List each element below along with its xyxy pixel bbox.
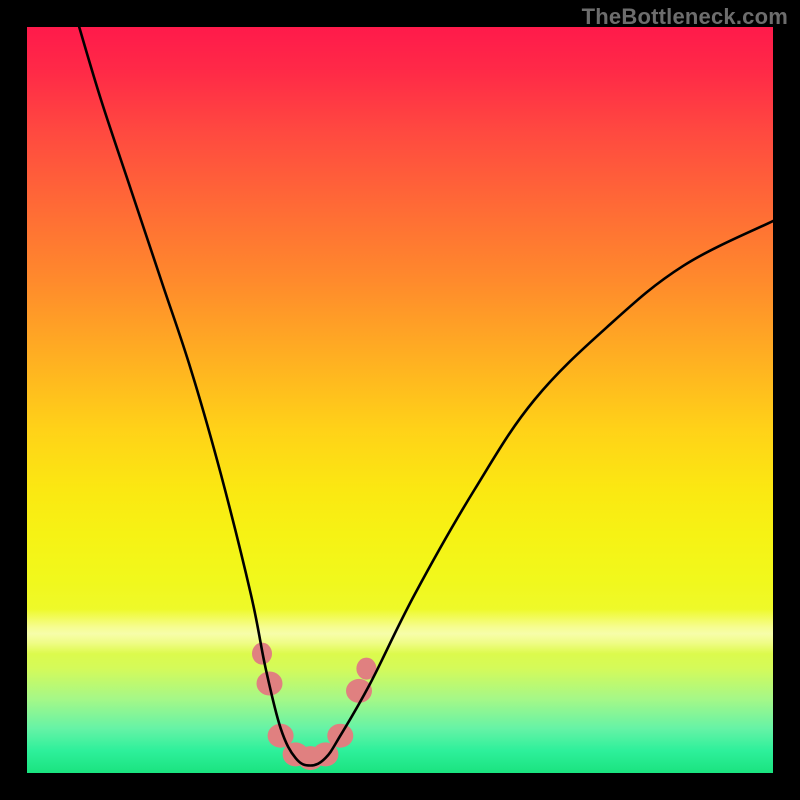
marker-blob [346, 679, 372, 703]
line-layer [79, 27, 773, 766]
v-curve [79, 27, 773, 766]
chart-frame: TheBottleneck.com [0, 0, 800, 800]
plot-area [27, 27, 773, 773]
watermark-text: TheBottleneck.com [582, 4, 788, 30]
chart-svg [27, 27, 773, 773]
